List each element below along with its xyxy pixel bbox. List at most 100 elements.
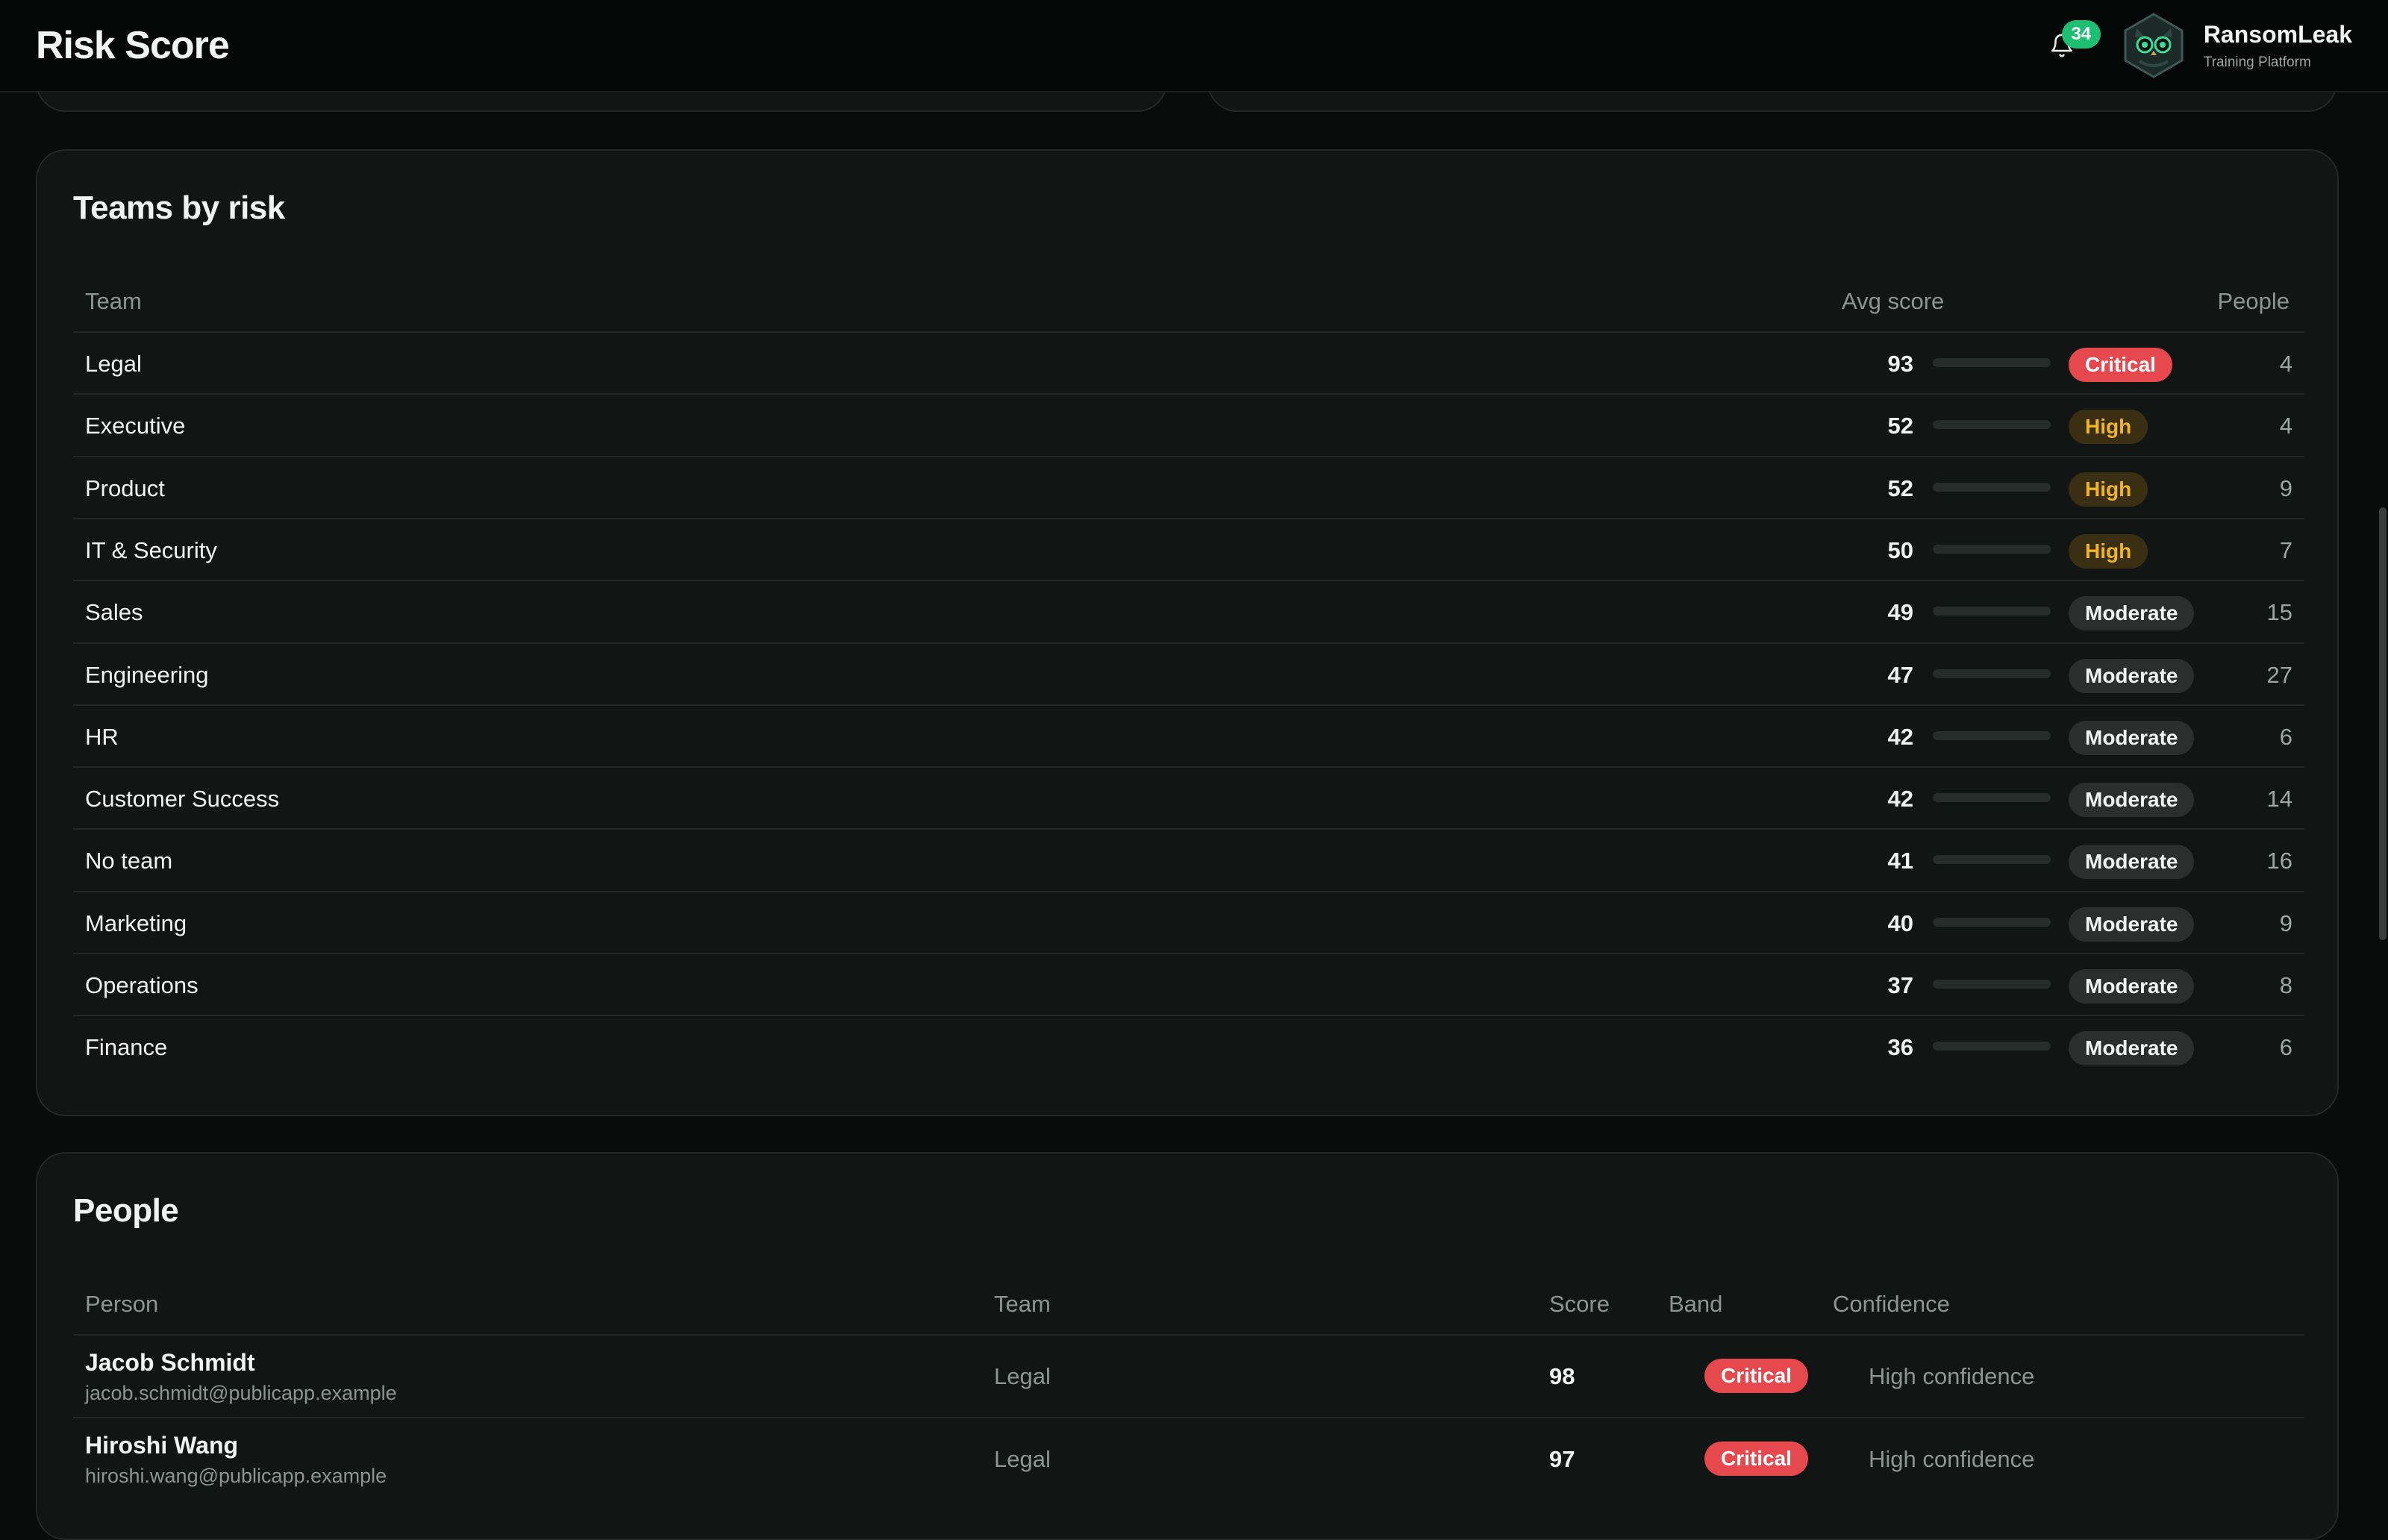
person-row[interactable]: Jacob Schmidt jacob.schmidt@publicapp.exa… xyxy=(73,1336,2304,1418)
team-row[interactable]: Legal 93 Critical 4 xyxy=(73,333,2304,395)
risk-band-label: Moderate xyxy=(2069,720,2195,755)
team-avg-score: 52 xyxy=(1887,413,1913,439)
team-row[interactable]: HR 42 Moderate 6 xyxy=(73,706,2304,768)
col-people-header[interactable]: People xyxy=(2217,288,2289,315)
risk-band-label: Critical xyxy=(1704,1359,1808,1393)
team-avg-score: 50 xyxy=(1887,536,1913,563)
score-bar xyxy=(1933,917,2051,927)
risk-band-badge: Moderate xyxy=(2069,783,2195,818)
team-avg-score: 42 xyxy=(1887,723,1913,750)
risk-band-badge: Moderate xyxy=(2069,907,2195,942)
person-confidence: High confidence xyxy=(1869,1363,2035,1389)
team-row[interactable]: Sales 49 Moderate 15 xyxy=(73,581,2304,643)
team-row[interactable]: Finance 36 Moderate 6 xyxy=(73,1016,2304,1078)
score-bar xyxy=(1933,1042,2051,1051)
team-avg-score: 36 xyxy=(1887,1034,1913,1061)
team-people-count: 8 xyxy=(2279,972,2292,998)
header-right: 34 RansomLeak Training Platform xyxy=(2040,12,2352,79)
person-team: Legal xyxy=(994,1363,1051,1389)
score-bar xyxy=(1933,793,2051,803)
person-score: 98 xyxy=(1549,1363,1575,1389)
team-name: No team xyxy=(85,848,173,874)
team-name: Customer Success xyxy=(85,786,280,813)
col-score-header[interactable]: Score xyxy=(1549,1291,1610,1318)
risk-band-badge: Moderate xyxy=(2069,969,2195,1004)
team-people-count: 14 xyxy=(2266,786,2292,813)
col-avg-score-header[interactable]: Avg score xyxy=(1842,288,1944,315)
col-team-header[interactable]: Team xyxy=(85,288,142,315)
score-bar xyxy=(1933,544,2051,554)
risk-band-label: Moderate xyxy=(2069,596,2195,631)
risk-band-badge: Moderate xyxy=(2069,720,2195,755)
team-name: Product xyxy=(85,475,165,501)
score-bar xyxy=(1933,669,2051,678)
team-name: Sales xyxy=(85,599,143,626)
risk-band-badge: Critical xyxy=(2069,348,2172,382)
owl-logo-icon[interactable] xyxy=(2120,12,2187,79)
team-row[interactable]: Engineering 47 Moderate 27 xyxy=(73,644,2304,706)
team-row[interactable]: Executive 52 High 4 xyxy=(73,395,2304,457)
score-bar xyxy=(1933,855,2051,865)
people-card: People Person Team Score Band Confidence… xyxy=(36,1152,2339,1540)
team-name: HR xyxy=(85,723,119,750)
teams-by-risk-card: Teams by risk Team Avg score People Lega… xyxy=(36,149,2339,1116)
person-team: Legal xyxy=(994,1446,1051,1472)
notifications-button[interactable]: 34 xyxy=(2040,20,2101,68)
team-avg-score: 93 xyxy=(1887,351,1913,377)
risk-band-label: Moderate xyxy=(2069,845,2195,880)
scrollbar-thumb[interactable] xyxy=(2379,507,2387,940)
team-row[interactable]: IT & Security 50 High 7 xyxy=(73,519,2304,581)
team-avg-score: 52 xyxy=(1887,475,1913,501)
score-bar xyxy=(1933,482,2051,492)
person-name[interactable]: Hiroshi Wang xyxy=(85,1432,238,1459)
person-score: 97 xyxy=(1549,1446,1575,1472)
page-scrollbar[interactable] xyxy=(2378,93,2388,1492)
col-team-header[interactable]: Team xyxy=(994,1291,1051,1318)
risk-band-badge: High xyxy=(2069,472,2148,507)
person-email: jacob.schmidt@publicapp.example xyxy=(85,1382,397,1404)
risk-band-label: High xyxy=(2069,533,2148,569)
risk-band-label: Moderate xyxy=(2069,969,2195,1004)
risk-band-label: Moderate xyxy=(2069,658,2195,693)
score-bar xyxy=(1933,980,2051,989)
page-title: Risk Score xyxy=(36,24,230,67)
col-person-header[interactable]: Person xyxy=(85,1291,158,1318)
risk-band-label: Moderate xyxy=(2069,907,2195,942)
person-name[interactable]: Jacob Schmidt xyxy=(85,1349,255,1377)
team-name: Executive xyxy=(85,413,186,439)
risk-band-badge: Moderate xyxy=(2069,845,2195,880)
score-bar xyxy=(1933,607,2051,616)
risk-band-badge: Critical xyxy=(1704,1442,1808,1476)
team-row[interactable]: No team 41 Moderate 16 xyxy=(73,830,2304,892)
team-row[interactable]: Product 52 High 9 xyxy=(73,457,2304,519)
col-confidence-header[interactable]: Confidence xyxy=(1833,1291,1950,1318)
team-people-count: 6 xyxy=(2279,1034,2292,1061)
risk-band-label: Critical xyxy=(2069,348,2172,382)
team-row[interactable]: Operations 37 Moderate 8 xyxy=(73,954,2304,1016)
team-people-count: 27 xyxy=(2266,661,2292,688)
risk-band-label: High xyxy=(2069,472,2148,507)
team-avg-score: 37 xyxy=(1887,972,1913,998)
risk-band-label: Critical xyxy=(1704,1442,1808,1476)
team-people-count: 7 xyxy=(2279,536,2292,563)
score-bar xyxy=(1933,420,2051,430)
risk-band-badge: Critical xyxy=(1704,1359,1808,1393)
team-row[interactable]: Marketing 40 Moderate 9 xyxy=(73,892,2304,954)
people-card-title: People xyxy=(73,1192,179,1229)
team-avg-score: 49 xyxy=(1887,599,1913,626)
team-people-count: 4 xyxy=(2279,413,2292,439)
risk-band-label: Moderate xyxy=(2069,783,2195,818)
team-row[interactable]: Customer Success 42 Moderate 14 xyxy=(73,768,2304,830)
team-name: Engineering xyxy=(85,661,209,688)
person-email: hiroshi.wang@publicapp.example xyxy=(85,1465,387,1487)
team-avg-score: 47 xyxy=(1887,661,1913,688)
col-band-header[interactable]: Band xyxy=(1669,1291,1722,1318)
team-name: Marketing xyxy=(85,910,187,936)
score-bar xyxy=(1933,358,2051,367)
team-name: Finance xyxy=(85,1034,168,1061)
team-people-count: 4 xyxy=(2279,351,2292,377)
team-name: Operations xyxy=(85,972,199,998)
person-row[interactable]: Hiroshi Wang hiroshi.wang@publicapp.examp… xyxy=(73,1418,2304,1500)
team-people-count: 9 xyxy=(2279,910,2292,936)
teams-card-title: Teams by risk xyxy=(73,190,285,226)
